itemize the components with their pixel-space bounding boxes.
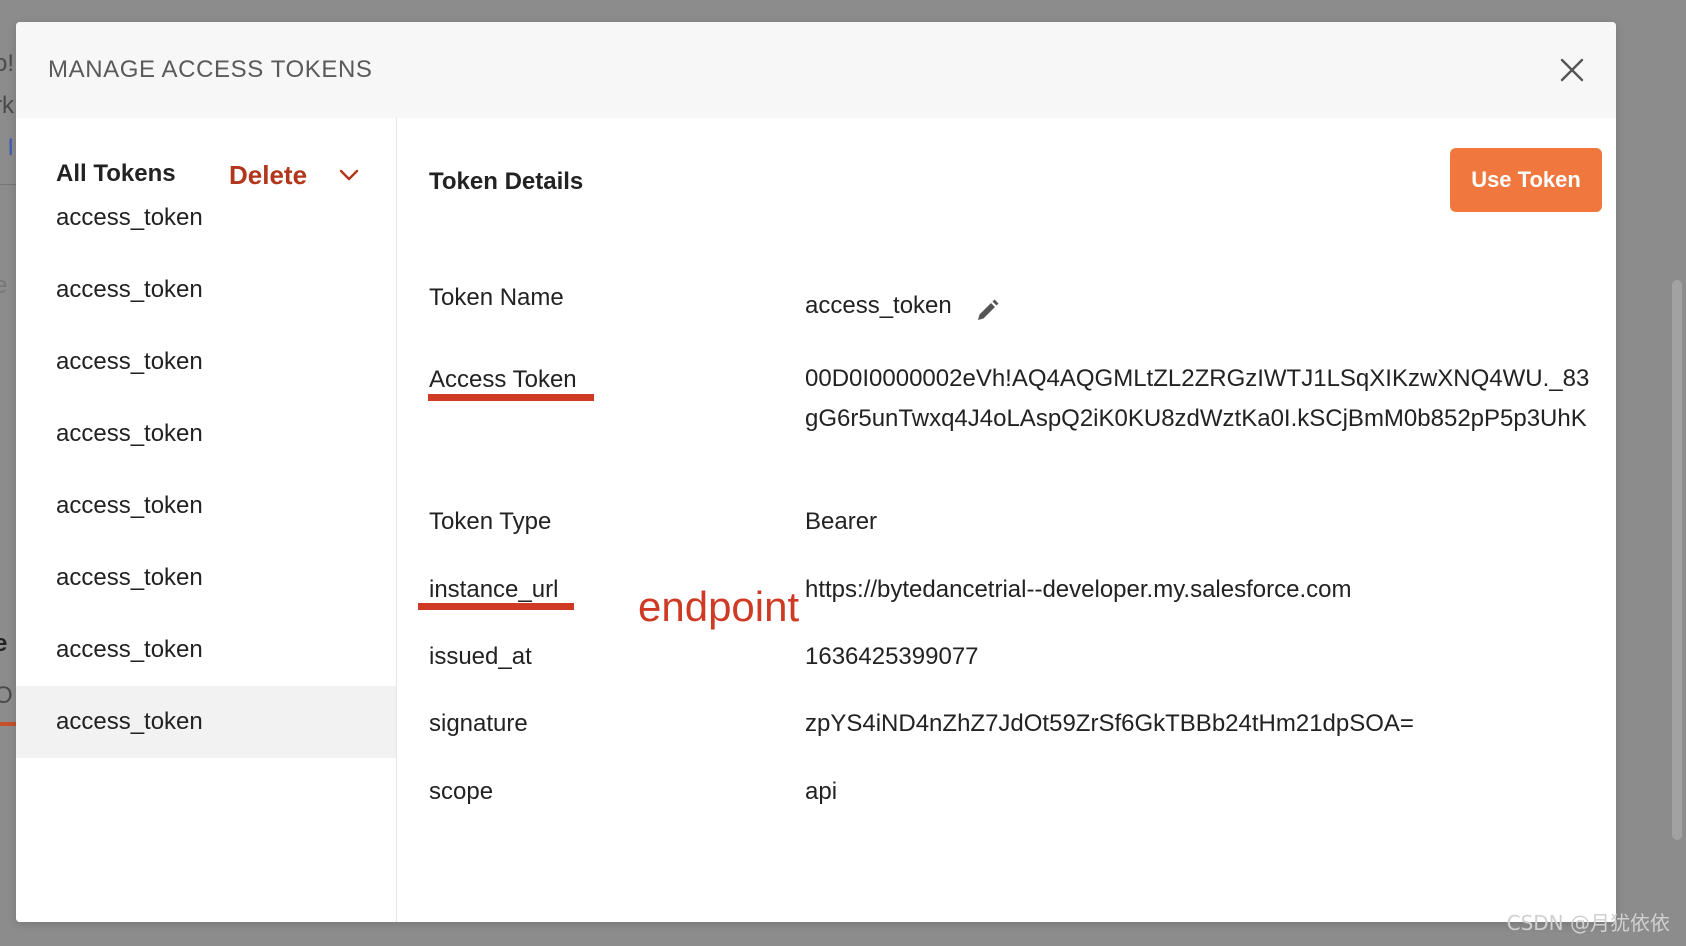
- background-text-fragment: rk: [0, 92, 14, 119]
- token-list-item[interactable]: access_token: [16, 326, 396, 398]
- background-scrollbar[interactable]: [1672, 280, 1682, 840]
- token-details-title: Token Details: [429, 168, 584, 195]
- token-type-value: Bearer: [805, 508, 878, 535]
- use-token-button[interactable]: Use Token: [1450, 148, 1602, 212]
- background-text-fragment: e: [0, 630, 8, 657]
- token-details-panel: Token Details Use Token Token Name acces…: [396, 118, 1616, 922]
- token-type-label: Token Type: [429, 508, 552, 535]
- pencil-icon: [978, 299, 999, 320]
- close-icon: [1560, 58, 1584, 82]
- modal-header: MANAGE ACCESS TOKENS: [16, 22, 1616, 118]
- scope-label: scope: [429, 778, 494, 805]
- background-text-fragment: O: [0, 682, 13, 709]
- annotation-underline: [418, 603, 574, 610]
- background-divider: [0, 184, 16, 185]
- modal-title: MANAGE ACCESS TOKENS: [48, 56, 373, 83]
- instance-url-value: https://bytedancetrial--developer.my.sal…: [805, 576, 1352, 603]
- token-list-item[interactable]: access_token: [16, 182, 396, 254]
- access-token-label: Access Token: [429, 366, 577, 393]
- token-list-item-selected[interactable]: access_token: [16, 686, 396, 758]
- token-list-item[interactable]: access_token: [16, 614, 396, 686]
- token-name-label: Token Name: [429, 284, 564, 311]
- instance-url-label: instance_url: [429, 576, 559, 603]
- background-text-fragment: o!: [0, 50, 15, 77]
- token-list-item[interactable]: access_token: [16, 254, 396, 326]
- token-list: access_token access_token access_token a…: [16, 204, 396, 758]
- scope-value: api: [805, 778, 838, 805]
- token-list-item[interactable]: access_token: [16, 542, 396, 614]
- watermark: CSDN @月犹依依: [1506, 911, 1670, 935]
- signature-value: zpYS4iND4nZhZ7JdOt59ZrSf6GkTBBb24tHm21dp…: [805, 710, 1414, 737]
- manage-access-tokens-modal: MANAGE ACCESS TOKENS All Tokens Delete a…: [16, 22, 1616, 922]
- edit-token-name-button[interactable]: [974, 298, 1000, 329]
- token-list-item[interactable]: access_token: [16, 470, 396, 542]
- background-text-fragment: . I: [0, 134, 15, 161]
- endpoint-annotation: endpoint: [638, 583, 800, 630]
- access-token-value: 00D0I0000002eVh!AQ4AQGMLtZL2ZRGzIWTJ1LSq…: [805, 365, 1590, 432]
- background-text-fragment: e: [0, 272, 8, 299]
- annotation-underline: [428, 394, 594, 401]
- issued-at-value: 1636425399077: [805, 643, 979, 670]
- issued-at-label: issued_at: [429, 643, 532, 670]
- signature-label: signature: [429, 710, 528, 737]
- token-name-value: access_token: [805, 292, 952, 319]
- close-button[interactable]: [1552, 50, 1592, 90]
- tokens-sidebar: All Tokens Delete access_token access_to…: [16, 118, 397, 922]
- token-list-item[interactable]: access_token: [16, 398, 396, 470]
- background-accent-line: [0, 722, 16, 726]
